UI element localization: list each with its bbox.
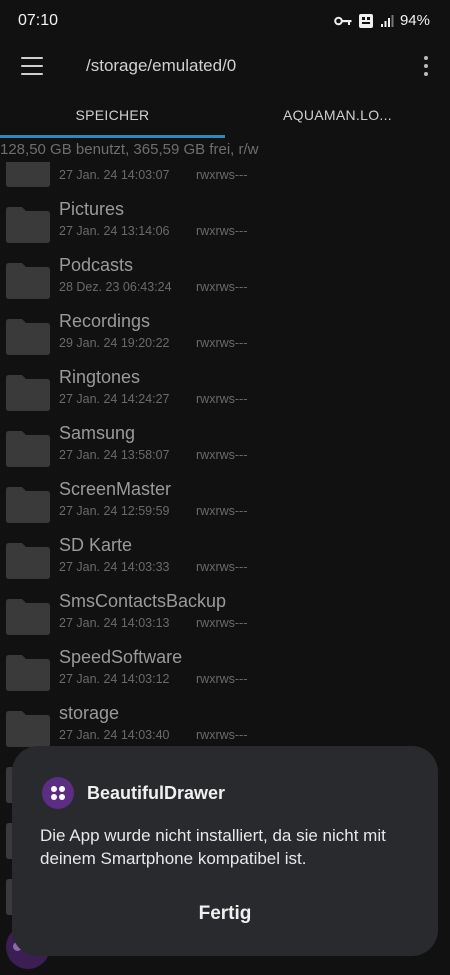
current-path: /storage/emulated/0: [86, 56, 237, 75]
dialog-message: Die App wurde nicht installiert, da sie …: [40, 826, 386, 868]
file-permissions: rwxrws---: [196, 448, 248, 462]
file-date: 27 Jan. 24 13:14:06: [59, 224, 170, 238]
list-item[interactable]: SD Karte 27 Jan. 24 14:03:33 rwxrws---: [0, 532, 450, 588]
toolbar: /storage/emulated/0: [0, 44, 450, 90]
file-permissions: rwxrws---: [196, 504, 248, 518]
list-item[interactable]: Pictures 27 Jan. 24 13:14:06 rwxrws---: [0, 196, 450, 252]
file-permissions: rwxrws---: [196, 392, 248, 406]
file-permissions: rwxrws---: [196, 168, 248, 182]
tab-bar: SPEICHER AQUAMAN.LO...: [0, 92, 450, 138]
list-item[interactable]: SmsContactsBackup 27 Jan. 24 14:03:13 rw…: [0, 588, 450, 644]
more-vert-icon[interactable]: [416, 52, 436, 80]
status-bar: 07:10 94%: [0, 0, 450, 44]
app-icon: [42, 777, 74, 809]
list-item[interactable]: Ringtones 27 Jan. 24 14:24:27 rwxrws---: [0, 364, 450, 420]
file-permissions: rwxrws---: [196, 672, 248, 686]
battery-level: 94%: [399, 12, 430, 29]
status-time: 07:10: [18, 12, 59, 29]
file-date: 27 Jan. 24 14:03:33: [59, 560, 170, 574]
folder-icon: [6, 263, 50, 299]
file-date: 27 Jan. 24 13:58:07: [59, 448, 170, 462]
list-item[interactable]: Samsung 27 Jan. 24 13:58:07 rwxrws---: [0, 420, 450, 476]
folder-icon: [6, 655, 50, 691]
folder-icon: [6, 487, 50, 523]
file-permissions: rwxrws---: [196, 336, 248, 350]
file-date: 27 Jan. 24 14:03:07: [59, 168, 170, 182]
file-name: Recordings: [59, 311, 151, 331]
hamburger-icon[interactable]: [18, 54, 48, 78]
tab-aquaman[interactable]: AQUAMAN.LO...: [225, 92, 450, 138]
folder-icon: [6, 431, 50, 467]
file-permissions: rwxrws---: [196, 616, 248, 630]
status-icons: 94%: [334, 12, 430, 29]
file-date: 29 Jan. 24 19:20:22: [59, 336, 170, 350]
file-name: Samsung: [59, 423, 136, 443]
install-error-dialog: BeautifulDrawer Die App wurde nicht inst…: [12, 746, 438, 956]
folder-icon: [6, 207, 50, 243]
list-item[interactable]: SpeedSoftware 27 Jan. 24 14:03:12 rwxrws…: [0, 644, 450, 700]
dialog-app-name: BeautifulDrawer: [87, 783, 226, 803]
list-item[interactable]: 27 Jan. 24 14:03:07 rwxrws---: [0, 162, 450, 196]
folder-icon: [6, 162, 50, 187]
file-name: Pictures: [59, 199, 125, 219]
file-date: 27 Jan. 24 12:59:59: [59, 504, 170, 518]
folder-icon: [6, 711, 50, 747]
storage-summary: 128,50 GB benutzt, 365,59 GB frei, r/w: [0, 141, 259, 158]
file-date: 28 Dez. 23 06:43:24: [59, 280, 172, 294]
done-button[interactable]: Fertig: [162, 896, 288, 932]
file-name: ScreenMaster: [59, 479, 172, 499]
list-item[interactable]: ScreenMaster 27 Jan. 24 12:59:59 rwxrws-…: [0, 476, 450, 532]
file-date: 27 Jan. 24 14:03:13: [59, 616, 170, 630]
file-date: 27 Jan. 24 14:03:12: [59, 672, 170, 686]
file-name: storage: [59, 703, 120, 723]
file-permissions: rwxrws---: [196, 224, 248, 238]
file-name: SD Karte: [59, 535, 133, 555]
folder-icon: [6, 599, 50, 635]
file-name: SpeedSoftware: [59, 647, 183, 667]
tab-speicher[interactable]: SPEICHER: [0, 92, 225, 138]
folder-icon: [6, 543, 50, 579]
file-name: Ringtones: [59, 367, 141, 387]
folder-icon: [6, 375, 50, 411]
file-permissions: rwxrws---: [196, 728, 248, 742]
file-permissions: rwxrws---: [196, 560, 248, 574]
file-date: 27 Jan. 24 14:24:27: [59, 392, 170, 406]
list-item[interactable]: Recordings 29 Jan. 24 19:20:22 rwxrws---: [0, 308, 450, 364]
signal-icon: [380, 14, 394, 28]
file-permissions: rwxrws---: [196, 280, 248, 294]
folder-icon: [6, 319, 50, 355]
file-name: SmsContactsBackup: [59, 591, 227, 611]
vpn-key-icon: [334, 15, 352, 27]
sim-settings-icon: [358, 13, 374, 29]
file-name: Podcasts: [59, 255, 134, 275]
file-date: 27 Jan. 24 14:03:40: [59, 728, 170, 742]
list-item[interactable]: Podcasts 28 Dez. 23 06:43:24 rwxrws---: [0, 252, 450, 308]
